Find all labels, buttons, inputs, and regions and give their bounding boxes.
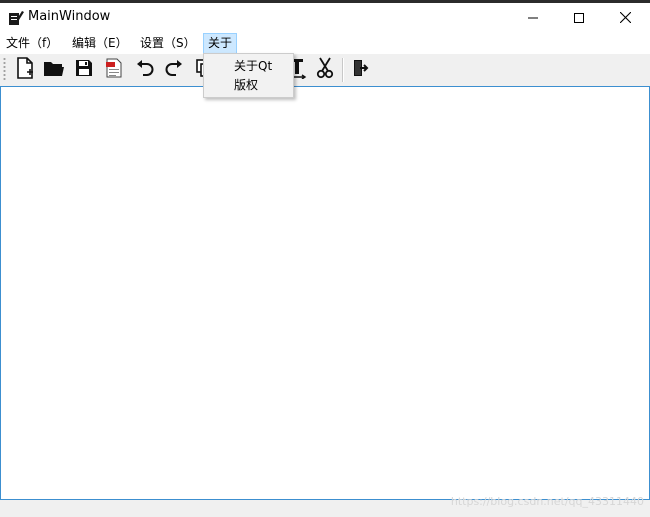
pdf-export-icon	[105, 58, 123, 82]
undo-icon	[135, 58, 155, 82]
minimize-button[interactable]	[510, 3, 556, 32]
save-icon	[75, 59, 93, 81]
close-button[interactable]	[602, 3, 648, 32]
new-file-button[interactable]	[12, 57, 38, 83]
menu-item-about-qt[interactable]: 关于Qt	[204, 57, 293, 76]
redo-button[interactable]	[161, 57, 187, 83]
menu-settings[interactable]: 设置（S）	[136, 34, 200, 53]
menu-item-copyright[interactable]: 版权	[204, 76, 293, 95]
redo-icon	[164, 58, 184, 82]
menu-about[interactable]: 关于	[203, 33, 238, 54]
menu-bar: 文件（f） 编辑（E） 设置（S） 关于	[0, 32, 650, 54]
exit-button[interactable]	[348, 57, 374, 83]
menu-file[interactable]: 文件（f）	[2, 34, 62, 53]
new-file-icon	[15, 57, 35, 83]
toolbar-separator	[342, 58, 344, 82]
toolbar-grip[interactable]	[3, 57, 6, 82]
watermark-text: https://blog.csdn.net/qq_43311440	[450, 495, 644, 508]
notepad-pen-icon	[8, 10, 24, 26]
minimize-icon	[528, 13, 538, 23]
menu-item-label: 关于Qt	[234, 59, 273, 73]
open-folder-button[interactable]	[41, 57, 67, 83]
text-edit-area[interactable]	[0, 86, 650, 500]
save-button[interactable]	[71, 57, 97, 83]
pdf-export-button[interactable]	[101, 57, 127, 83]
window-title: MainWindow	[28, 9, 111, 24]
about-dropdown-menu: 关于Qt 版权	[203, 53, 294, 98]
menu-edit[interactable]: 编辑（E）	[68, 34, 132, 53]
exit-icon	[352, 59, 370, 81]
toolbar	[0, 54, 650, 86]
maximize-button[interactable]	[556, 3, 602, 32]
maximize-icon	[574, 12, 584, 23]
menu-item-label: 版权	[234, 78, 259, 92]
cut-icon	[316, 57, 334, 83]
cut-button[interactable]	[312, 57, 338, 83]
open-folder-icon	[43, 59, 65, 81]
close-icon	[619, 12, 631, 23]
title-bar: MainWindow	[0, 3, 650, 32]
undo-button[interactable]	[132, 57, 158, 83]
